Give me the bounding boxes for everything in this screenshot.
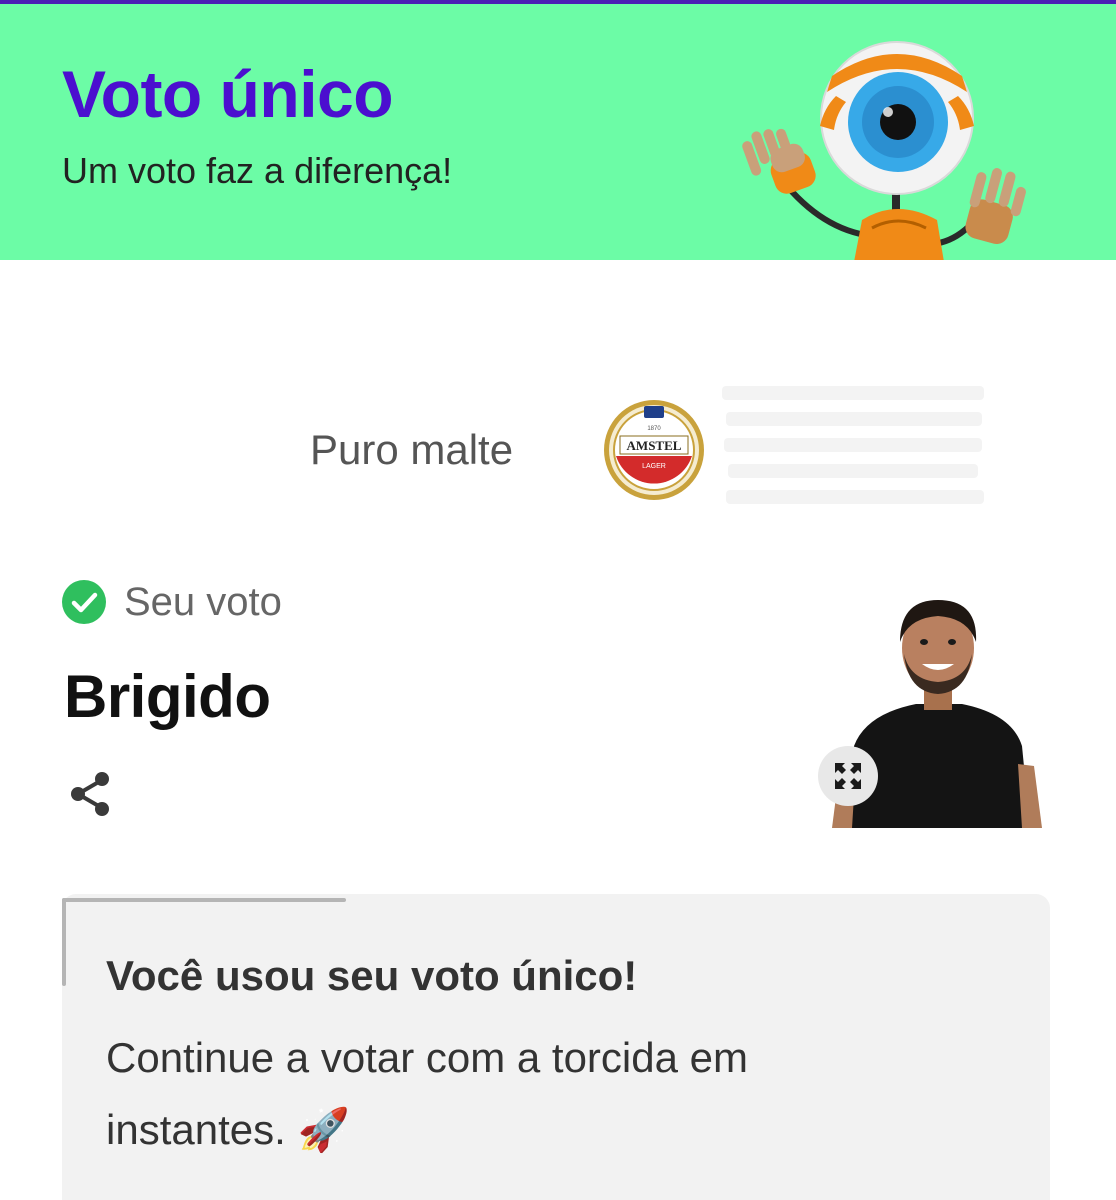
sponsor-disclaimer-icon <box>722 386 984 504</box>
sponsor-tagline: Puro malte <box>310 426 514 473</box>
page-title: Voto único <box>62 57 394 131</box>
check-circle-icon <box>62 580 106 624</box>
big-brother-eye-mascot-icon <box>742 41 1026 260</box>
notice-accent-top <box>62 898 346 902</box>
notice-title: Você usou seu voto único! <box>106 952 638 999</box>
svg-text:AMSTEL: AMSTEL <box>627 438 682 453</box>
notice-accent-left <box>62 898 66 986</box>
share-icon[interactable] <box>64 768 116 820</box>
candidate-name: Brigido <box>64 663 271 730</box>
amstel-logo-icon: AMSTEL LAGER 1870 <box>604 400 704 500</box>
vote-status: Seu voto <box>62 578 282 626</box>
vote-label: Seu voto <box>124 579 282 624</box>
expand-icon <box>835 763 861 789</box>
svg-text:LAGER: LAGER <box>642 463 666 470</box>
svg-text:1870: 1870 <box>647 426 661 432</box>
expand-photo-button[interactable] <box>818 746 878 806</box>
page-subtitle: Um voto faz a diferença! <box>62 150 453 191</box>
notice-body: Continue a votar com a torcida em instan… <box>106 1034 748 1153</box>
hero-banner: Voto único Um voto faz a diferença! <box>0 4 1116 260</box>
